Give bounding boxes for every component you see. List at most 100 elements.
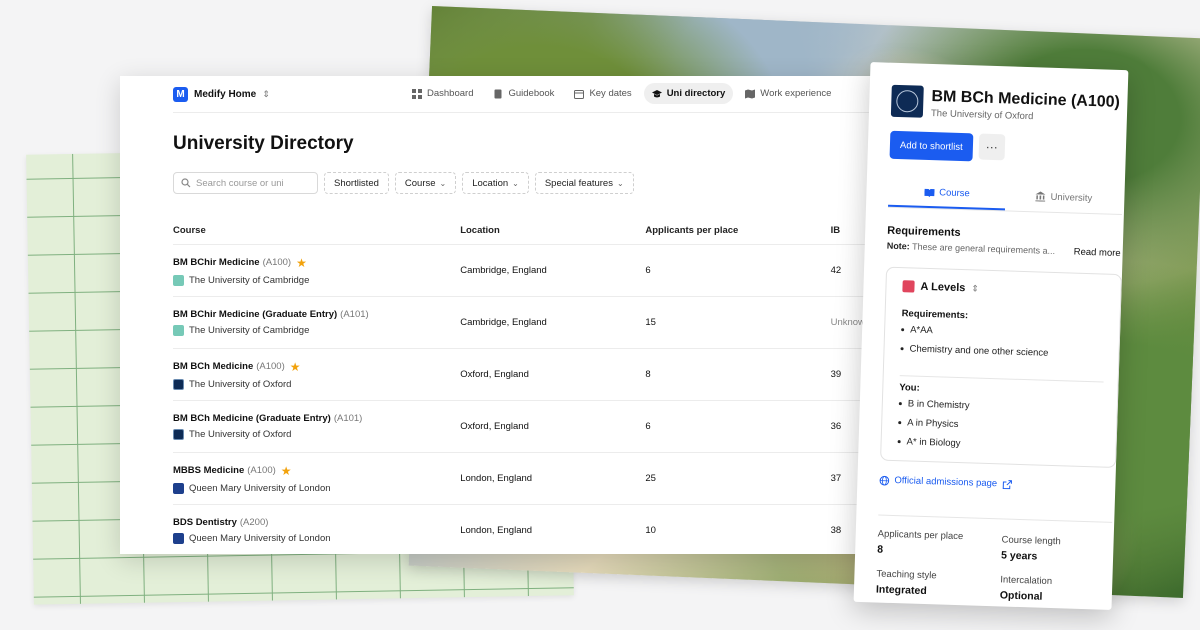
tab-university[interactable]: University	[1005, 180, 1123, 214]
stat-label: Teaching style	[876, 568, 937, 582]
nav-item-work-experience[interactable]: Work experience	[737, 83, 839, 104]
course-code: (A100)	[247, 465, 276, 476]
stat-value: 8	[877, 543, 884, 556]
stat-intercalation: Intercalation Optional	[1000, 574, 1053, 603]
nav-item-guidebook[interactable]: Guidebook	[485, 83, 562, 104]
search-placeholder: Search course or uni	[196, 177, 284, 189]
header-location[interactable]: Location	[460, 225, 645, 236]
location-filter-label: Location	[472, 177, 509, 189]
table-row[interactable]: BM BCh Medicine (Graduate Entry) (A101) Th…	[173, 401, 890, 453]
grade-item: A* in Biology	[897, 432, 968, 453]
course-code: (A100)	[256, 361, 285, 372]
star-icon[interactable]: ★	[296, 256, 307, 270]
read-more-link[interactable]: Read more	[1074, 247, 1121, 259]
course-filter[interactable]: Course ⌄	[394, 172, 457, 194]
qualification-selector[interactable]: A Levels ⇕	[902, 280, 979, 294]
chevron-updown-icon: ⇕	[971, 282, 980, 294]
nav-item-key-dates[interactable]: Key dates	[566, 83, 639, 104]
official-admissions-link[interactable]: Official admissions page	[879, 475, 1012, 490]
course-name: BDS Dentistry	[173, 517, 237, 528]
table-row[interactable]: BM BChir Medicine (Graduate Entry) (A101)…	[173, 297, 890, 349]
university-name: Queen Mary University of London	[189, 533, 331, 544]
stat-value: 5 years	[1000, 549, 1038, 563]
star-icon[interactable]: ★	[290, 360, 301, 374]
location-cell: Oxford, England	[460, 369, 529, 380]
university-name: Queen Mary University of London	[189, 482, 331, 494]
course-name: BM BChir Medicine (Graduate Entry)	[173, 309, 338, 320]
course-title: BM BCh Medicine (A100) ★	[173, 360, 460, 374]
university-crest-icon	[173, 482, 184, 494]
table-row[interactable]: MBBS Medicine (A100) ★ Queen Mary Universit…	[173, 453, 890, 505]
shortlisted-filter[interactable]: Shortlisted	[324, 172, 389, 194]
nav-item-uni-directory[interactable]: Uni directory	[643, 83, 734, 104]
table-row[interactable]: BM BChir Medicine (A100) ★ The University o…	[173, 245, 890, 297]
external-link-icon	[1002, 479, 1012, 489]
grade-item-text: A in Physics	[907, 417, 959, 431]
university-line: The University of Cambridge	[173, 274, 460, 286]
university-name: The University of Oxford	[189, 378, 292, 390]
university-crest-icon	[173, 378, 184, 390]
applicants-cell: 6	[645, 265, 651, 276]
table-row[interactable]: BDS Dentistry (A200) Queen Mary University…	[173, 505, 890, 554]
grade-item-text: A* in Biology	[906, 436, 961, 450]
special-features-filter[interactable]: Special features ⌄	[534, 172, 634, 194]
requirements-list: A*AA Chemistry and one other science	[900, 320, 1049, 363]
special-features-filter-label: Special features	[544, 177, 613, 189]
panel-header: BM BCh Medicine (A100) The University of…	[890, 84, 1120, 125]
course-title: MBBS Medicine (A100) ★	[173, 464, 460, 478]
books-icon	[902, 280, 915, 293]
official-admissions-label: Official admissions page	[894, 475, 998, 490]
course-code: (A100)	[262, 257, 292, 268]
university-line: The University of Cambridge	[173, 325, 460, 336]
location-cell: London, England	[460, 473, 533, 484]
shortlisted-filter-label: Shortlisted	[334, 177, 379, 189]
main-nav: Dashboard Guidebook Key dates Uni directory…	[404, 83, 839, 104]
qualification-card: A Levels ⇕ Requirements: A*AA Chemistry a…	[880, 266, 1123, 468]
location-filter[interactable]: Location ⌄	[462, 172, 529, 194]
chevron-down-icon: ⌄	[439, 178, 447, 188]
requirement-item: Chemistry and one other science	[900, 339, 1048, 363]
table-row[interactable]: BM BCh Medicine (A100) ★ The University of …	[173, 349, 890, 401]
table-header: Course Location Applicants per place IB	[173, 216, 890, 245]
book-icon	[493, 89, 503, 99]
map-icon	[745, 89, 756, 99]
university-crest-icon	[173, 325, 184, 336]
tab-course-label: Course	[939, 186, 970, 199]
course-title: BM BChir Medicine (Graduate Entry) (A101)	[173, 309, 460, 320]
workspace-switcher[interactable]: M Medify Home ⇕	[173, 87, 270, 102]
header-applicants[interactable]: Applicants per place	[645, 225, 830, 236]
nav-item-label: Guidebook	[508, 88, 555, 99]
star-icon[interactable]: ★	[281, 464, 292, 478]
workspace-name: Medify Home	[194, 89, 257, 100]
location-cell: Cambridge, England	[460, 317, 547, 328]
nav-item-dashboard[interactable]: Dashboard	[404, 83, 481, 104]
stat-label: Intercalation	[1000, 574, 1053, 588]
course-title: BM BChir Medicine (A100) ★	[173, 256, 460, 270]
tab-university-label: University	[1050, 191, 1093, 204]
university-line: Queen Mary University of London	[173, 482, 460, 494]
you-label: You:	[899, 382, 920, 394]
requirements-label: Requirements:	[901, 308, 969, 322]
stat-course-length: Course length 5 years	[1001, 534, 1061, 563]
add-to-shortlist-button[interactable]: Add to shortlist	[889, 130, 974, 162]
grade-item: B in Chemistry	[899, 394, 970, 415]
applicants-cell: 10	[645, 525, 656, 536]
more-options-button[interactable]: ···	[978, 133, 1006, 161]
course-name: BM BCh Medicine (Graduate Entry)	[173, 413, 331, 424]
university-name: The University of Cambridge	[189, 274, 310, 286]
tab-course[interactable]: Course	[888, 176, 1006, 211]
course-code: (A200)	[239, 517, 269, 528]
header-course[interactable]: Course	[173, 225, 460, 236]
note-text: These are general requirements a...	[911, 241, 1056, 256]
university-line: The University of Oxford	[173, 429, 460, 440]
course-name: MBBS Medicine	[173, 465, 245, 476]
graduation-cap-icon	[651, 89, 662, 99]
qualification-name: A Levels	[920, 280, 966, 295]
course-cell: BM BCh Medicine (Graduate Entry) (A101) Th…	[173, 413, 460, 440]
location-cell: London, England	[460, 525, 533, 536]
search-input[interactable]: Search course or uni	[173, 172, 318, 194]
chevron-down-icon: ⌄	[616, 178, 624, 188]
nav-item-label: Uni directory	[666, 88, 726, 99]
course-cell: MBBS Medicine (A100) ★ Queen Mary Universit…	[173, 464, 460, 494]
location-cell: Cambridge, England	[460, 265, 547, 276]
